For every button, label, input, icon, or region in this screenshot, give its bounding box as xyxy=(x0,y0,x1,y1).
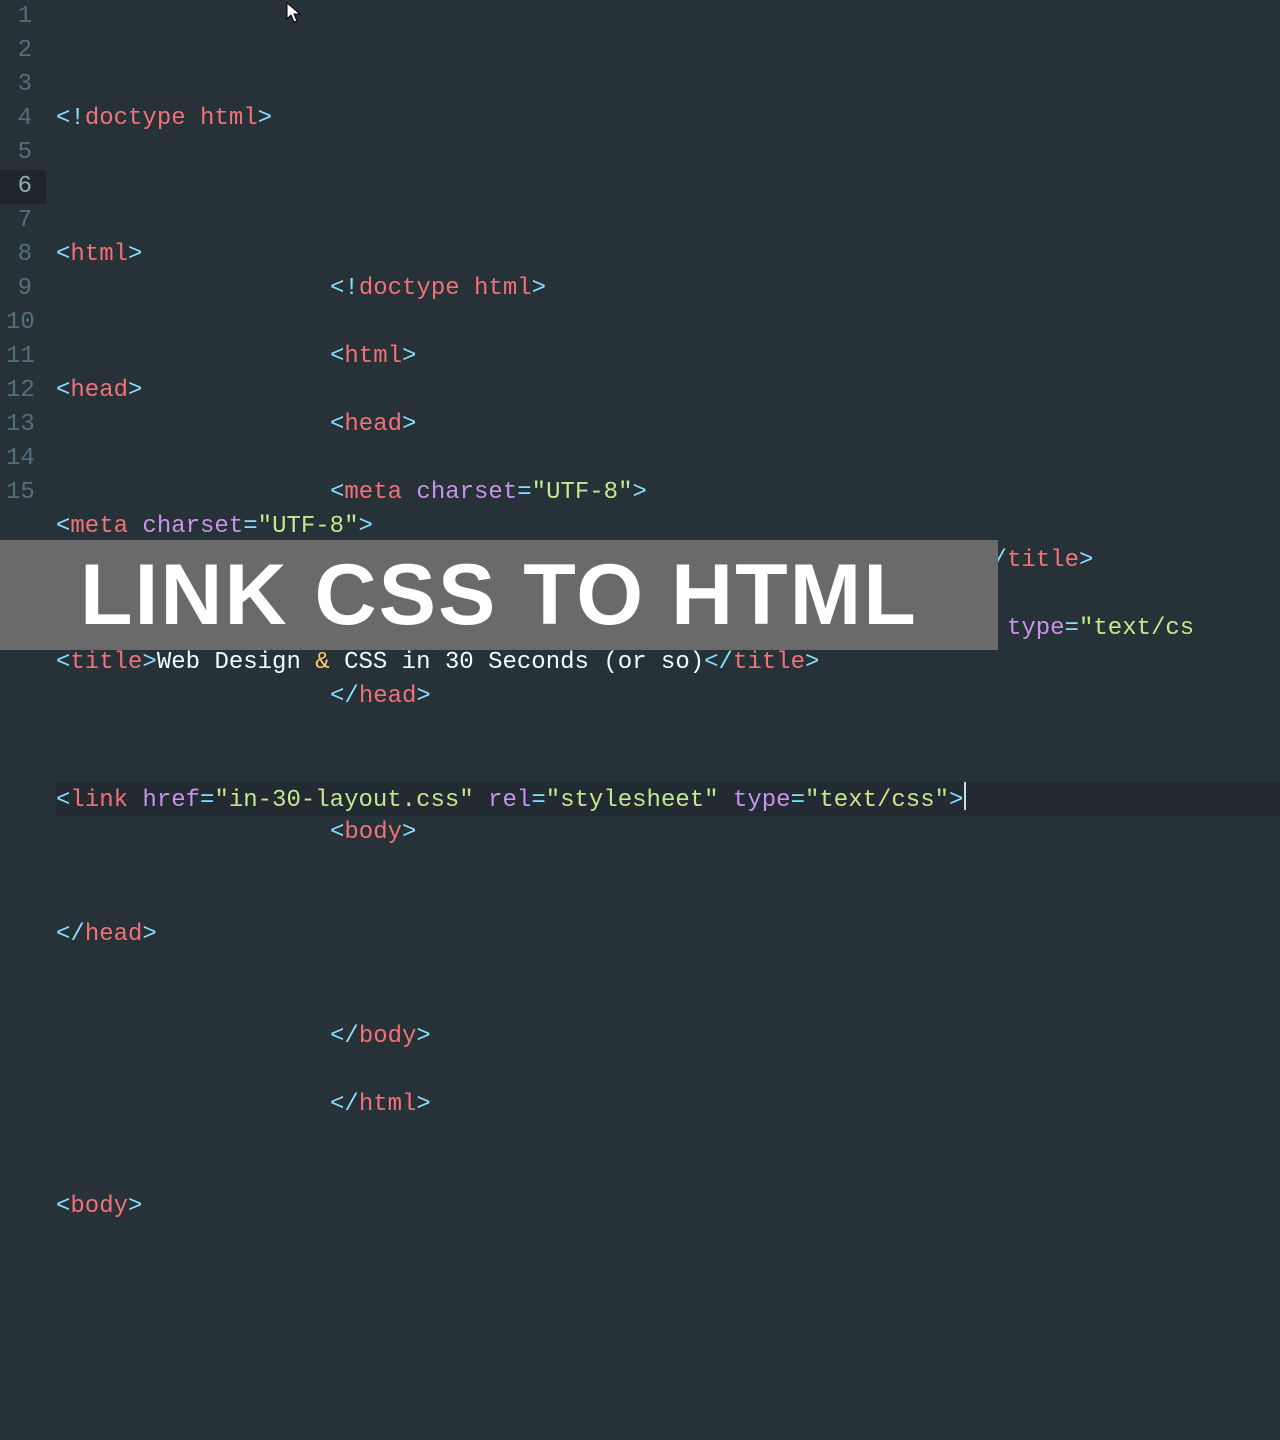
title-banner-text: LINK CSS TO HTML xyxy=(80,578,918,612)
code-line-7[interactable]: </head> xyxy=(56,918,1280,952)
code-line-6[interactable]: <link href="in-30-layout.css" rel="style… xyxy=(56,782,1280,816)
title-banner: LINK CSS TO HTML xyxy=(0,540,998,650)
code-line-2[interactable]: <html> xyxy=(56,238,1280,272)
code-line-11[interactable] xyxy=(56,1428,1280,1440)
code-line-5[interactable]: <title>Web Design & CSS in 30 Seconds (o… xyxy=(56,646,1280,680)
code-line-4[interactable]: <meta charset="UTF-8"> xyxy=(56,510,1280,544)
code-line-3[interactable]: <head> xyxy=(56,374,1280,408)
code-line-8[interactable] xyxy=(56,1054,1280,1088)
code-line-10[interactable] xyxy=(56,1326,1280,1360)
text-caret xyxy=(964,782,966,810)
code-line-1[interactable]: <!doctype html> xyxy=(56,102,1280,136)
code-line-9[interactable]: <body> xyxy=(56,1190,1280,1224)
